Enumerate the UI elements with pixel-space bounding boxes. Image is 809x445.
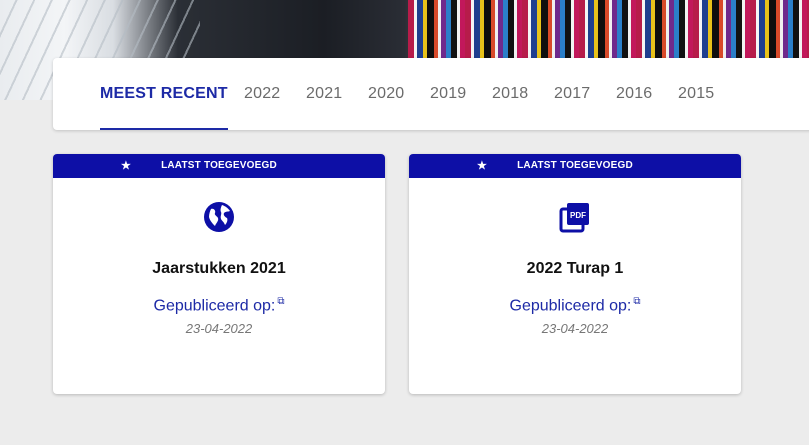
tab-label: 2015	[678, 85, 715, 102]
banner-label: LAATST TOEGEVOEGD	[517, 160, 633, 171]
tab-label: 2020	[368, 85, 405, 102]
active-tab-indicator	[100, 128, 228, 130]
external-link-icon: ⧉	[277, 296, 285, 307]
published-link[interactable]: Gepubliceerd op: ⧉	[409, 296, 741, 315]
tab-2022[interactable]: 2022	[244, 58, 280, 130]
tab-2018[interactable]: 2018	[492, 58, 528, 130]
banner-label: LAATST TOEGEVOEGD	[161, 160, 277, 171]
published-label: Gepubliceerd op:	[153, 297, 276, 315]
published-date: 23-04-2022	[541, 321, 609, 336]
document-card-jaarstukken-2021[interactable]: ★ LAATST TOEGEVOEGD Jaarstukken 2021 Gep…	[53, 154, 385, 394]
tab-2020[interactable]: 2020	[368, 58, 404, 130]
tab-label: 2017	[554, 85, 591, 102]
published-link[interactable]: Gepubliceerd op: ⧉	[53, 296, 385, 315]
card-title: Jaarstukken 2021	[152, 260, 286, 277]
globe-icon	[53, 200, 385, 234]
tab-label: 2022	[244, 85, 281, 102]
card-banner: ★ LAATST TOEGEVOEGD	[53, 154, 385, 178]
tab-2021[interactable]: 2021	[306, 58, 342, 130]
tab-2019[interactable]: 2019	[430, 58, 466, 130]
pdf-icon-text: PDF	[570, 211, 586, 220]
pdf-icon: PDF	[409, 200, 741, 234]
star-icon: ★	[121, 160, 132, 172]
tab-2017[interactable]: 2017	[554, 58, 590, 130]
tab-label: 2021	[306, 85, 343, 102]
tab-meest-recent[interactable]: MEEST RECENT	[100, 58, 228, 130]
tab-2016[interactable]: 2016	[616, 58, 652, 130]
star-icon: ★	[477, 160, 488, 172]
year-tab-bar: MEEST RECENT 2022 2021 2020 2019 2018 20…	[53, 58, 809, 130]
published-date: 23-04-2022	[185, 321, 253, 336]
tab-label: 2019	[430, 85, 467, 102]
card-banner: ★ LAATST TOEGEVOEGD	[409, 154, 741, 178]
tab-label: 2018	[492, 85, 529, 102]
tab-2015[interactable]: 2015	[678, 58, 714, 130]
external-link-icon: ⧉	[633, 296, 641, 307]
tab-label: 2016	[616, 85, 653, 102]
card-title: 2022 Turap 1	[526, 260, 624, 277]
published-label: Gepubliceerd op:	[509, 297, 632, 315]
document-card-turap-1[interactable]: ★ LAATST TOEGEVOEGD PDF 2022 Turap 1 Gep…	[409, 154, 741, 394]
tab-label: MEEST RECENT	[100, 85, 228, 102]
